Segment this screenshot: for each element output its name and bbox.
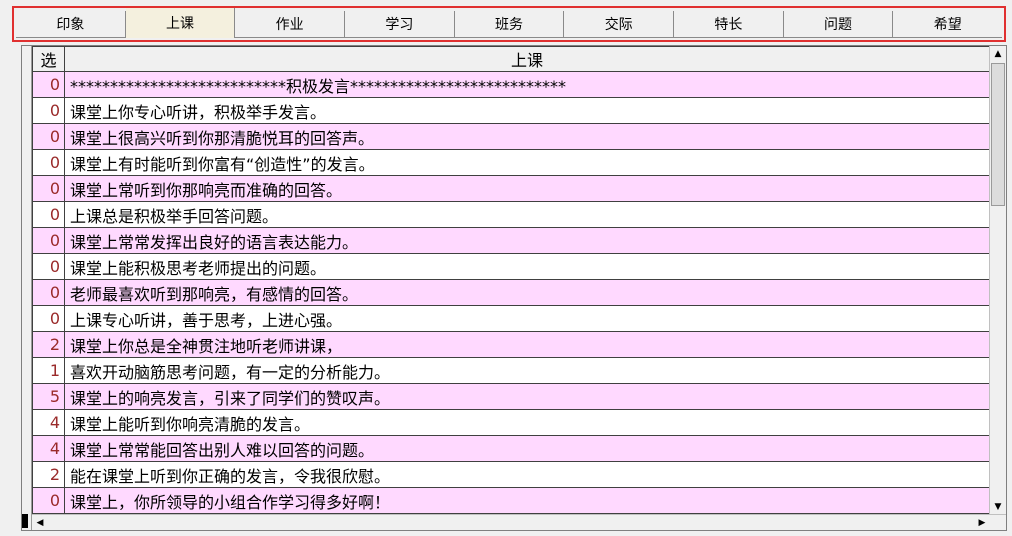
tab-3[interactable]: 学习: [345, 11, 455, 38]
comment-text-cell[interactable]: 课堂上，你所领导的小组合作学习得多好啊！: [64, 487, 990, 514]
select-count-cell[interactable]: 2: [32, 331, 65, 358]
select-count-cell[interactable]: 0: [32, 487, 65, 514]
comment-text-cell[interactable]: 上课专心听讲，善于思考，上进心强。: [64, 305, 990, 332]
tab-7[interactable]: 问题: [783, 11, 894, 38]
comment-text-cell[interactable]: 课堂上常常发挥出良好的语言表达能力。: [64, 227, 990, 254]
select-count-cell[interactable]: 4: [32, 409, 65, 436]
horizontal-scrollbar[interactable]: ◀ ▶: [32, 514, 1006, 530]
select-count-cell[interactable]: 0: [32, 305, 65, 332]
table-row[interactable]: 0 课堂上你专心听讲，积极举手发言。: [32, 97, 990, 124]
tab-bar: 印象 上课 作业 学习 班务 交际 特长 问题 希望: [12, 6, 1006, 42]
select-count-cell[interactable]: 0: [32, 149, 65, 176]
select-count-cell[interactable]: 0: [32, 227, 65, 254]
table-row[interactable]: 0 课堂上能积极思考老师提出的问题。: [32, 253, 990, 280]
table-row[interactable]: 0 课堂上，你所领导的小组合作学习得多好啊！: [32, 487, 990, 514]
table-row[interactable]: 0 老师最喜欢听到那响亮，有感情的回答。: [32, 279, 990, 306]
comment-text-cell[interactable]: 课堂上你专心听讲，积极举手发言。: [64, 97, 990, 124]
scroll-down-arrow-icon[interactable]: ▼: [990, 499, 1006, 515]
select-count-cell[interactable]: 0: [32, 71, 65, 98]
comment-grid: 选 上课 0 ***************************积极发言***…: [21, 45, 1007, 531]
table-row[interactable]: 0 课堂上常常发挥出良好的语言表达能力。: [32, 227, 990, 254]
table-row[interactable]: 4 课堂上常常能回答出别人难以回答的问题。: [32, 435, 990, 462]
select-count-cell[interactable]: 0: [32, 175, 65, 202]
tab-4[interactable]: 班务: [454, 11, 565, 38]
scroll-up-arrow-icon[interactable]: ▲: [990, 46, 1006, 62]
select-count-cell[interactable]: 4: [32, 435, 65, 462]
table-row[interactable]: 1 喜欢开动脑筋思考问题，有一定的分析能力。: [32, 357, 990, 384]
table-row[interactable]: 2 能在课堂上听到你正确的发言，令我很欣慰。: [32, 461, 990, 488]
comment-text-cell[interactable]: 能在课堂上听到你正确的发言，令我很欣慰。: [64, 461, 990, 488]
comment-text-cell[interactable]: 课堂上的响亮发言，引来了同学们的赞叹声。: [64, 383, 990, 410]
tab-5[interactable]: 交际: [564, 11, 675, 38]
select-count-cell[interactable]: 0: [32, 97, 65, 124]
comment-text-cell[interactable]: 课堂上常常能回答出别人难以回答的问题。: [64, 435, 990, 462]
comment-text-cell[interactable]: 课堂上你总是全神贯注地听老师讲课，: [64, 331, 990, 358]
table-row[interactable]: 5 课堂上的响亮发言，引来了同学们的赞叹声。: [32, 383, 990, 410]
tab-0[interactable]: 印象: [16, 11, 126, 38]
row-indicator-gutter: [22, 46, 32, 530]
comment-text-cell[interactable]: 喜欢开动脑筋思考问题，有一定的分析能力。: [64, 357, 990, 384]
tab-1[interactable]: 上课: [125, 8, 236, 38]
table-row[interactable]: 0 ***************************积极发言********…: [32, 71, 990, 98]
select-count-cell[interactable]: 1: [32, 357, 65, 384]
comment-table: 选 上课 0 ***************************积极发言***…: [32, 46, 990, 514]
table-row[interactable]: 0 上课总是积极举手回答问题。: [32, 201, 990, 228]
select-count-cell[interactable]: 0: [32, 253, 65, 280]
comment-text-cell[interactable]: 课堂上很高兴听到你那清脆悦耳的回答声。: [64, 123, 990, 150]
scroll-right-arrow-icon[interactable]: ▶: [974, 515, 990, 530]
table-row[interactable]: 0 课堂上很高兴听到你那清脆悦耳的回答声。: [32, 123, 990, 150]
column-header-comment[interactable]: 上课: [64, 46, 990, 72]
comment-text-cell[interactable]: ***************************积极发言*********…: [64, 71, 990, 98]
scroll-left-arrow-icon[interactable]: ◀: [32, 515, 48, 530]
comment-text-cell[interactable]: 课堂上有时能听到你富有“创造性”的发言。: [64, 149, 990, 176]
table-row[interactable]: 0 课堂上常听到你那响亮而准确的回答。: [32, 175, 990, 202]
table-header-row: 选 上课: [32, 46, 990, 72]
table-row[interactable]: 0 课堂上有时能听到你富有“创造性”的发言。: [32, 149, 990, 176]
column-header-select[interactable]: 选: [32, 46, 65, 72]
select-count-cell[interactable]: 5: [32, 383, 65, 410]
tab-6[interactable]: 特长: [674, 11, 784, 38]
comment-text-cell[interactable]: 课堂上常听到你那响亮而准确的回答。: [64, 175, 990, 202]
comment-text-cell[interactable]: 课堂上能积极思考老师提出的问题。: [64, 253, 990, 280]
vertical-scroll-thumb[interactable]: [991, 63, 1005, 206]
table-row[interactable]: 4 课堂上能听到你响亮清脆的发言。: [32, 409, 990, 436]
select-count-cell[interactable]: 0: [32, 279, 65, 306]
select-count-cell[interactable]: 2: [32, 461, 65, 488]
vertical-scrollbar[interactable]: ▲ ▼: [989, 46, 1006, 515]
table-row[interactable]: 0 上课专心听讲，善于思考，上进心强。: [32, 305, 990, 332]
comment-text-cell[interactable]: 上课总是积极举手回答问题。: [64, 201, 990, 228]
tab-8[interactable]: 希望: [893, 11, 1003, 38]
table-row[interactable]: 2 课堂上你总是全神贯注地听老师讲课，: [32, 331, 990, 358]
select-count-cell[interactable]: 0: [32, 123, 65, 150]
select-count-cell[interactable]: 0: [32, 201, 65, 228]
current-row-marker: [22, 514, 28, 528]
tab-2[interactable]: 作业: [235, 11, 346, 38]
comment-text-cell[interactable]: 老师最喜欢听到那响亮，有感情的回答。: [64, 279, 990, 306]
comment-text-cell[interactable]: 课堂上能听到你响亮清脆的发言。: [64, 409, 990, 436]
